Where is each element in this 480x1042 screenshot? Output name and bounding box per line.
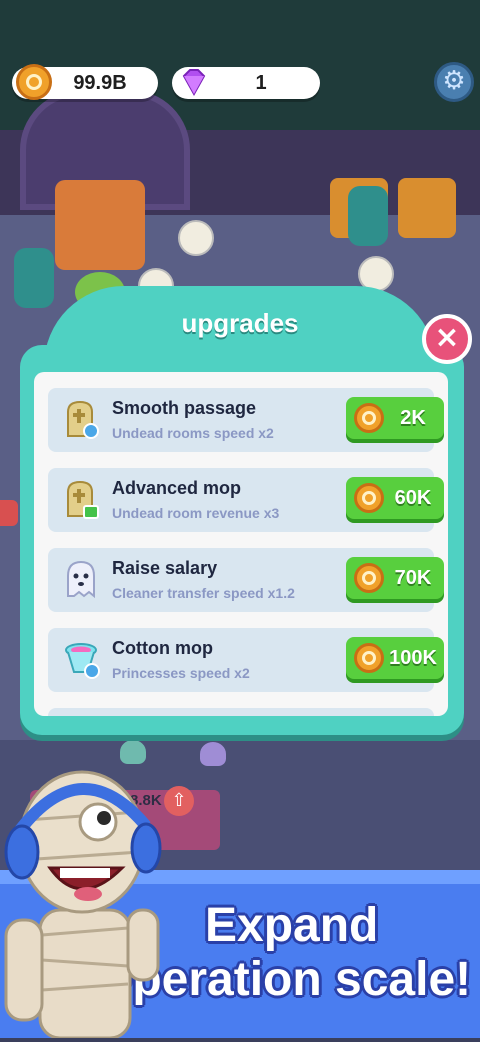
buy-upgrade-button[interactable]: 2K <box>346 397 444 439</box>
upgrade-name: Smooth passage <box>112 398 257 418</box>
upgrade-name: Cotton mop <box>112 638 213 658</box>
upgrade-price: 70K <box>394 567 432 589</box>
upgrade-name: Advanced mop <box>112 478 242 498</box>
coin-icon <box>354 643 384 673</box>
buy-upgrade-button[interactable]: 70K <box>346 557 444 599</box>
upgrade-row <box>48 708 434 716</box>
mummy-mascot <box>0 760 180 1040</box>
upgrades-list: Smooth passage Undead rooms speed x2 2K … <box>34 372 448 716</box>
upgrade-row: Raise salary Cleaner transfer speed x1.2… <box>48 548 444 612</box>
gem-icon <box>176 64 212 100</box>
buy-upgrade-button[interactable]: 100K <box>346 637 444 679</box>
settings-gear-icon[interactable]: ⚙ <box>434 62 474 102</box>
upgrade-row: Cotton mop Princesses speed x2 100K <box>48 628 444 692</box>
monster-guest <box>14 248 54 308</box>
gem-counter: 1 <box>172 67 320 99</box>
close-button[interactable]: × <box>422 314 472 364</box>
coin-icon <box>354 483 384 513</box>
coin-amount: 99.9B <box>73 72 127 94</box>
upgrade-row: Advanced mop Undead room revenue x3 60K <box>48 468 444 532</box>
coin-icon <box>354 403 384 433</box>
monster-guest <box>348 186 388 246</box>
bucket-clock-icon <box>62 640 100 680</box>
upgrade-price: 100K <box>389 647 437 669</box>
upgrade-description: Undead rooms speed x2 <box>112 425 274 441</box>
side-arrow-icon[interactable] <box>0 500 18 526</box>
coin-counter: 99.9B <box>12 64 158 100</box>
upgrade-price: 2K <box>400 407 426 429</box>
upgrade-row: Smooth passage Undead rooms speed x2 2K <box>48 388 444 452</box>
upgrade-description: Princesses speed x2 <box>112 665 250 681</box>
ghost-icon <box>62 560 100 600</box>
coin-icon <box>16 64 52 100</box>
upgrade-description: Undead room revenue x3 <box>112 505 280 521</box>
upgrade-price: 60K <box>394 487 432 509</box>
coin-icon <box>354 563 384 593</box>
upgrade-description: Cleaner transfer speed x1.2 <box>112 585 295 601</box>
gem-amount: 1 <box>255 72 267 94</box>
armchair <box>398 178 456 238</box>
buy-upgrade-button[interactable]: 60K <box>346 477 444 519</box>
upgrade-name: Raise salary <box>112 558 218 578</box>
tombstone-clock-icon <box>62 400 100 440</box>
upgrades-title: upgrades <box>181 308 299 338</box>
promo-headline: Expand <box>205 899 379 952</box>
ghost-icon <box>200 742 226 766</box>
sofa <box>55 180 145 270</box>
tombstone-bubble-icon <box>178 220 214 256</box>
tombstone-money-icon <box>62 480 100 520</box>
